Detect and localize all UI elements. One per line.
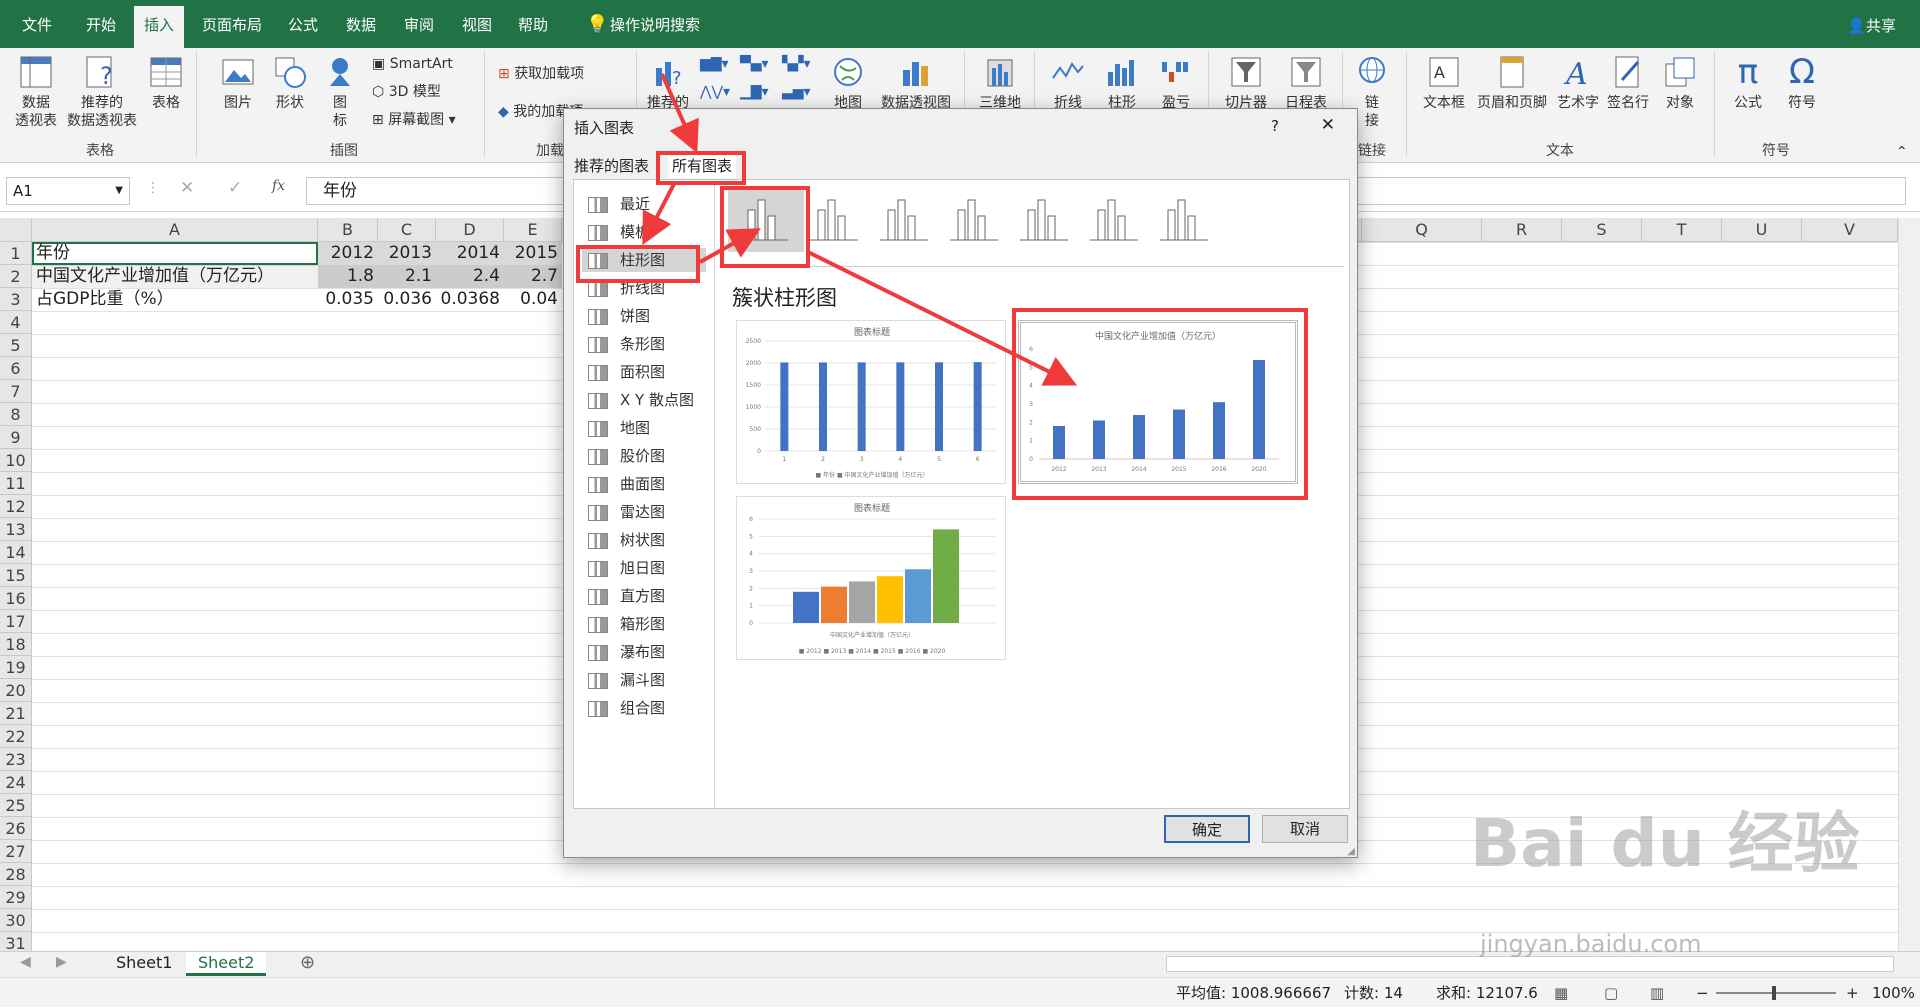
watermark-brand: Bai du 经验: [1470, 805, 1860, 882]
arrow-to-column: [642, 183, 676, 246]
arrow-to-preview: [807, 250, 1078, 386]
watermark-url: jingyan.baidu.com: [1480, 930, 1702, 958]
arrow-to-all-charts: [660, 73, 699, 154]
arrow-to-subtype: [699, 228, 761, 264]
